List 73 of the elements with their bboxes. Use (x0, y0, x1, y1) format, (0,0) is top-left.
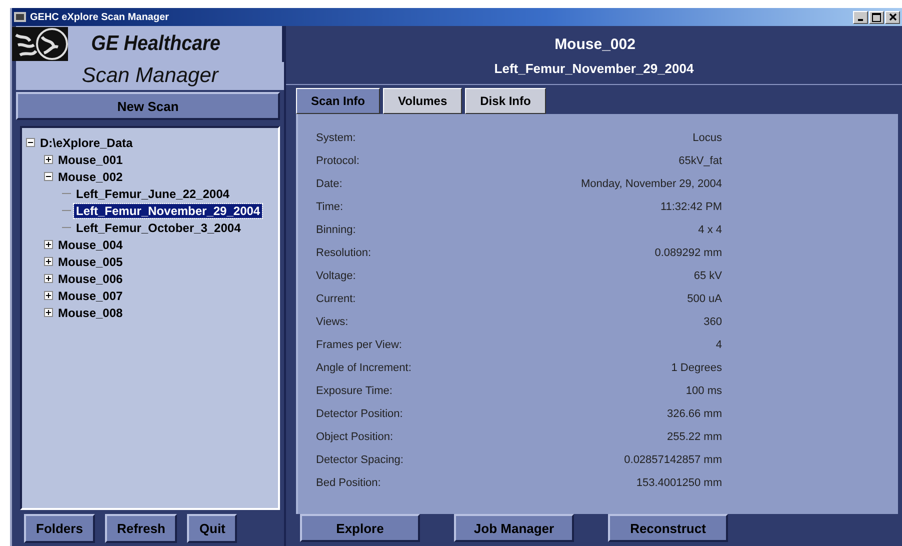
logo-icon (12, 27, 68, 61)
field-label: Time: (316, 200, 344, 212)
tree-item[interactable]: Mouse_006 (56, 272, 125, 286)
tree-item[interactable]: Mouse_007 (56, 288, 125, 302)
tree-item[interactable]: Mouse_008 (56, 306, 125, 320)
expand-toggle[interactable] (44, 308, 53, 317)
window-title: GEHC eXplore Scan Manager (30, 12, 170, 22)
action-button[interactable]: Reconstruct (608, 514, 728, 542)
brand-name: GE Healthcare (91, 32, 220, 56)
expand-toggle[interactable] (44, 155, 53, 164)
tree-item[interactable]: Left_Femur_October_3_2004 (74, 220, 243, 234)
field-label: Current: (316, 292, 357, 304)
field-label: Date: (316, 178, 344, 190)
action-button[interactable]: Explore (300, 514, 420, 542)
app-icon (14, 12, 26, 22)
tree-item[interactable]: Mouse_004 (56, 238, 125, 252)
field-label: Detector Position: (316, 408, 404, 420)
minimize-button[interactable] (853, 10, 868, 24)
maximize-icon (872, 12, 881, 22)
field-value: 500 uA (686, 292, 722, 304)
tab[interactable]: Disk Info (465, 88, 546, 114)
tree-item[interactable]: Left_Femur_November_29_2004 (74, 204, 262, 218)
tab[interactable]: Volumes (383, 88, 462, 114)
field-value: Locus (692, 132, 722, 144)
field-label: Voltage: (316, 270, 357, 282)
field-value: 360 (702, 316, 722, 328)
field-label: Views: (316, 316, 350, 328)
field-label: Object Position: (316, 430, 394, 442)
expand-toggle[interactable] (44, 257, 53, 266)
expand-toggle[interactable] (44, 240, 53, 249)
field-value: 255.22 mm (666, 430, 722, 442)
product-name: Scan Manager (16, 62, 284, 90)
field-label: Frames per View: (316, 338, 403, 350)
tree-item[interactable]: Mouse_005 (56, 254, 125, 268)
folder-action-button[interactable]: Refresh (104, 514, 178, 543)
field-label: Detector Spacing: (316, 454, 404, 466)
tree-item[interactable]: Mouse_001 (56, 152, 125, 166)
field-value: 1 Degrees (670, 362, 722, 374)
field-value: 65 kV (692, 270, 722, 282)
close-icon (888, 13, 896, 21)
scan-subtitle: Left_Femur_November_29_2004 (286, 61, 902, 85)
tree-item[interactable]: D:\eXplore_Data (38, 136, 135, 150)
expand-toggle[interactable] (44, 274, 53, 283)
expand-toggle[interactable] (44, 291, 53, 300)
field-label: Angle of Increment: (316, 362, 412, 374)
field-value: 0.02857142857 mm (623, 454, 722, 466)
field-value: 326.66 mm (666, 408, 722, 420)
new-scan-button[interactable]: New Scan (16, 92, 280, 120)
field-label: Resolution: (316, 246, 372, 258)
close-button[interactable] (885, 10, 900, 24)
tab[interactable]: Scan Info (296, 88, 380, 114)
tree-item[interactable]: Left_Femur_June_22_2004 (74, 186, 232, 200)
field-value: 4 x 4 (697, 224, 722, 236)
field-value: 4 (714, 338, 722, 350)
action-button[interactable]: Job Manager (454, 514, 574, 542)
field-label: Binning: (316, 224, 357, 236)
collapse-toggle[interactable] (26, 138, 35, 147)
maximize-button[interactable] (869, 10, 884, 24)
tree-item[interactable]: Mouse_002 (56, 170, 125, 184)
field-label: Bed Position: (316, 476, 382, 488)
collapse-toggle[interactable] (44, 172, 53, 181)
field-value: Monday, November 29, 2004 (580, 178, 722, 190)
field-value: 11:32:42 PM (659, 200, 722, 212)
field-value: 65kV_fat (678, 154, 722, 166)
folder-action-button[interactable]: Folders (24, 514, 95, 543)
field-value: 100 ms (684, 384, 722, 396)
field-label: Protocol: (316, 154, 360, 166)
field-label: Exposure Time: (316, 384, 394, 396)
field-value: 153.4001250 mm (635, 476, 722, 488)
field-value: 0.089292 mm (654, 246, 722, 258)
folder-action-button[interactable]: Quit (187, 514, 238, 543)
scan-title: Mouse_002 (554, 36, 636, 53)
field-label: System: (316, 132, 357, 144)
